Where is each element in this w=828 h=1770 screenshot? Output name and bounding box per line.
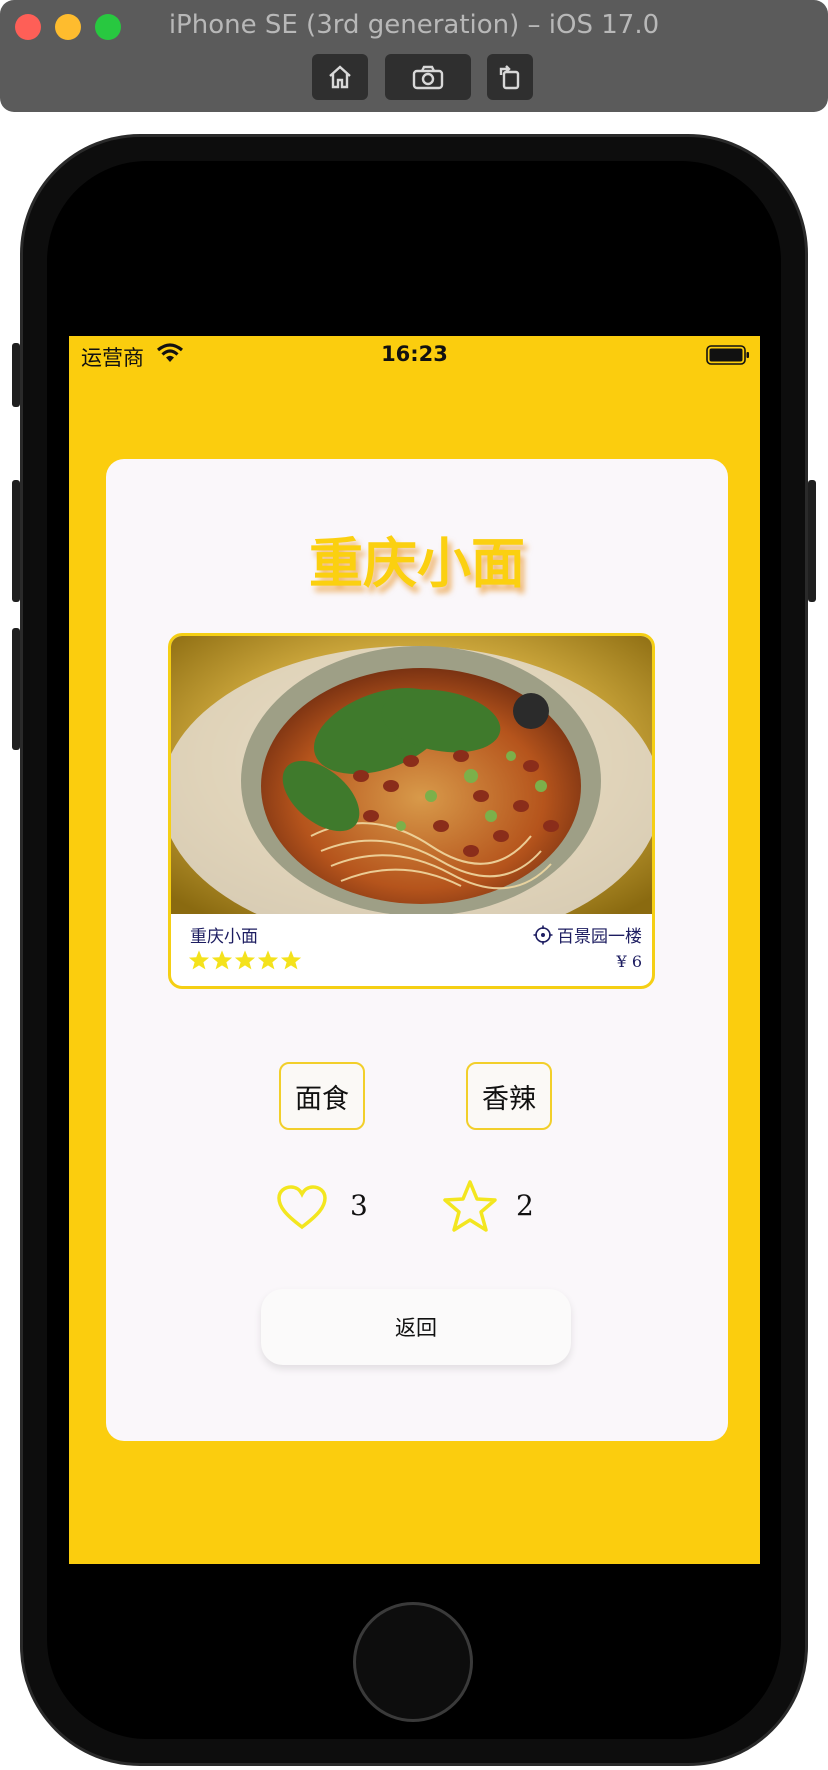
favorite-star-icon[interactable] xyxy=(442,1179,498,1235)
heart-icon[interactable] xyxy=(276,1185,328,1231)
rotate-button[interactable] xyxy=(487,54,533,100)
food-name: 重庆小面 xyxy=(190,927,258,947)
location-crosshair-icon xyxy=(533,925,553,944)
food-photo xyxy=(171,636,652,914)
detail-card: 重庆小面 重庆小面 百景园一楼 ¥ 6 面食 香辣 3 2 返回 xyxy=(106,459,728,1441)
star-filled-icon xyxy=(257,950,279,970)
like-count: 3 xyxy=(350,1189,368,1222)
home-button-toolbar[interactable] xyxy=(312,54,368,100)
screenshot-button[interactable] xyxy=(385,54,471,100)
app-screen: 运营商 16:23 重庆小面 重庆小面 百景园一楼 ¥ 6 面食 香辣 3 2 … xyxy=(69,336,760,1564)
volume-down-button xyxy=(12,628,20,750)
simulator-titlebar: iPhone SE (3rd generation) – iOS 17.0 xyxy=(0,0,828,112)
device-home-button[interactable] xyxy=(353,1602,473,1722)
battery-icon xyxy=(706,345,749,365)
food-location-label: 百景园一楼 xyxy=(557,927,642,947)
tag-noodles[interactable]: 面食 xyxy=(279,1062,365,1130)
rotate-icon xyxy=(499,65,520,90)
mute-switch xyxy=(12,343,20,407)
food-price: ¥ 6 xyxy=(616,952,642,971)
rating-stars xyxy=(188,949,302,971)
back-button[interactable]: 返回 xyxy=(261,1289,571,1365)
status-time: 16:23 xyxy=(381,342,448,366)
status-bar: 运营商 16:23 xyxy=(69,336,760,376)
star-filled-icon xyxy=(234,950,256,970)
favorite-count: 2 xyxy=(516,1189,534,1222)
food-card[interactable]: 重庆小面 百景园一楼 ¥ 6 xyxy=(168,633,655,989)
food-location: 百景园一楼 xyxy=(533,922,642,947)
star-filled-icon xyxy=(280,950,302,970)
star-filled-icon xyxy=(211,950,233,970)
power-button xyxy=(808,480,816,602)
volume-up-button xyxy=(12,480,20,602)
screenshot-icon xyxy=(412,65,444,90)
tag-spicy[interactable]: 香辣 xyxy=(466,1062,552,1130)
star-filled-icon xyxy=(188,950,210,970)
home-icon xyxy=(329,65,351,89)
simulator-title: iPhone SE (3rd generation) – iOS 17.0 xyxy=(168,10,660,40)
page-title: 重庆小面 xyxy=(309,532,525,595)
